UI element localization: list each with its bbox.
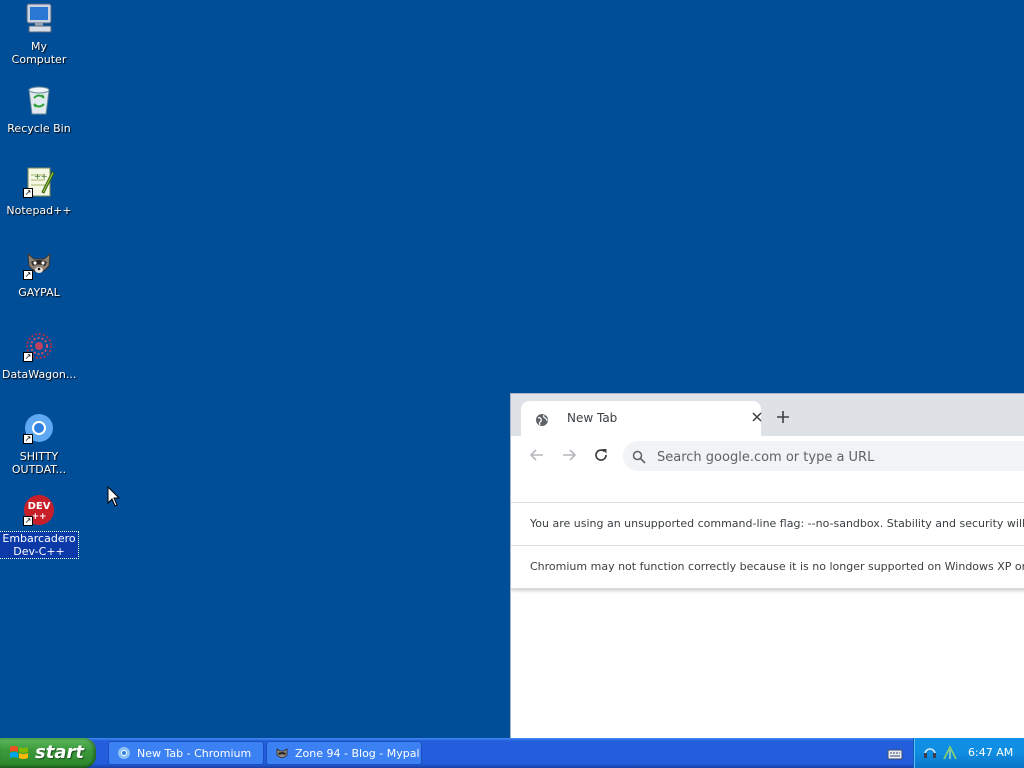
tab-close-icon[interactable] <box>749 409 765 425</box>
forward-arrow-icon[interactable] <box>559 445 579 465</box>
taskbar-button-chromium[interactable]: New Tab - Chromium <box>108 741 264 765</box>
svg-text:++: ++ <box>31 512 46 522</box>
desktop-icon-dev-cpp[interactable]: DEV ++ ↗ Embarcadero Dev-C++ <box>0 494 79 559</box>
network-tray-icon[interactable] <box>942 745 958 761</box>
notepad-plus-plus-icon: ++ ↗ <box>23 166 55 198</box>
desktop-icon-chromium-shortcut[interactable]: ↗ SHITTY OUTDAT... <box>0 412 78 477</box>
shortcut-arrow-icon: ↗ <box>23 352 33 362</box>
taskbar-button-label: New Tab - Chromium <box>137 747 252 760</box>
tab-title: New Tab <box>567 411 618 425</box>
browser-toolbar <box>511 436 1024 474</box>
chromium-icon: ↗ <box>23 412 55 444</box>
tab-new-tab[interactable]: New Tab <box>521 401 762 436</box>
shortcut-arrow-icon: ↗ <box>23 270 33 280</box>
svg-text:DEV: DEV <box>28 501 51 512</box>
desktop-icon-label: SHITTY OUTDAT... <box>11 450 67 476</box>
taskbar-button-label: Zone 94 - Blog - Mypal <box>295 747 420 760</box>
shortcut-arrow-icon: ↗ <box>23 188 33 198</box>
taskbar-button-mypal[interactable]: Zone 94 - Blog - Mypal <box>266 741 422 765</box>
desktop-icon-label: My Computer <box>11 40 67 66</box>
desktop-icon-label: DataWagon... <box>2 368 77 381</box>
desktop-icon-my-computer[interactable]: My Computer <box>0 2 78 67</box>
start-label: start <box>35 742 84 763</box>
mouse-cursor-icon <box>107 485 121 508</box>
bookmarks-bar <box>511 474 1024 503</box>
desktop-icon-recycle-bin[interactable]: Recycle Bin <box>0 84 78 136</box>
new-tab-plus-icon[interactable] <box>774 408 792 426</box>
shortcut-arrow-icon: ↗ <box>23 516 33 526</box>
dev-cpp-icon: DEV ++ ↗ <box>23 494 55 526</box>
windows-flag-icon <box>9 744 29 762</box>
infobar-text: Chromium may not function correctly beca… <box>530 560 1024 573</box>
chromium-window[interactable]: New Tab Search google.com or type a URL … <box>510 393 1024 740</box>
desktop-icon-notepad-plus-plus[interactable]: ++ ↗ Notepad++ <box>0 166 78 218</box>
my-computer-icon <box>23 2 55 34</box>
search-icon <box>632 449 646 464</box>
chromium-icon <box>117 746 131 760</box>
taskbar: start New Tab - Chromium Zone 94 - Blog … <box>0 738 1024 768</box>
tab-strip: New Tab <box>511 394 1024 436</box>
desktop-icon-datawagon[interactable]: ↗ DataWagon... <box>0 330 78 382</box>
desktop-icon-label: GAYPAL <box>18 286 60 299</box>
mypal-icon <box>275 746 289 760</box>
shortcut-arrow-icon: ↗ <box>23 434 33 444</box>
back-arrow-icon[interactable] <box>527 445 547 465</box>
start-button[interactable]: start <box>0 738 96 768</box>
omnibox[interactable] <box>623 441 1024 471</box>
headset-tray-icon[interactable] <box>922 745 938 761</box>
svg-text:++: ++ <box>34 172 47 181</box>
desktop-icon-label: Notepad++ <box>6 204 72 217</box>
desktop-icon-label: Recycle Bin <box>7 122 71 135</box>
globe-icon <box>535 412 549 426</box>
infobar-unsupported-os: Chromium may not function correctly beca… <box>511 546 1024 589</box>
system-tray: 6:47 AM <box>913 738 1024 768</box>
keyboard-icon[interactable] <box>887 746 903 760</box>
infobar-text: You are using an unsupported command-lin… <box>530 517 1024 530</box>
clock: 6:47 AM <box>968 746 1014 759</box>
infobar-unsupported-flag: You are using an unsupported command-lin… <box>511 503 1024 546</box>
desktop-icon-gaypal[interactable]: ↗ GAYPAL <box>0 248 78 300</box>
desktop-icon-label: Embarcadero Dev-C++ <box>0 531 79 559</box>
address-input[interactable] <box>655 445 1024 469</box>
datawagon-icon: ↗ <box>23 330 55 362</box>
reload-icon[interactable] <box>591 445 611 465</box>
raccoon-icon: ↗ <box>23 248 55 280</box>
recycle-bin-icon <box>23 84 55 116</box>
